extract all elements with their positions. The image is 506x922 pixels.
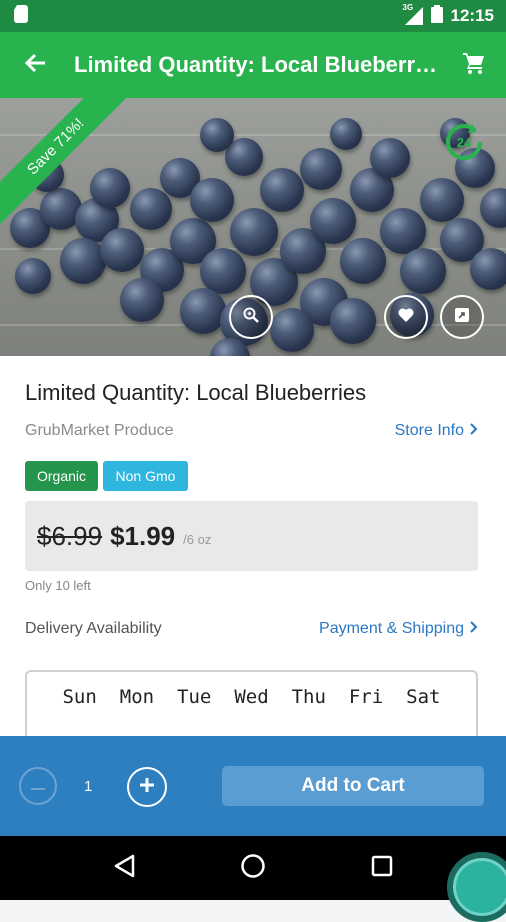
cart-button[interactable] <box>442 32 506 98</box>
cart-icon <box>462 51 486 80</box>
floating-chat-button[interactable] <box>447 852 506 922</box>
payment-shipping-label: Payment & Shipping <box>319 620 464 637</box>
blueberry <box>200 248 246 294</box>
day-sat[interactable]: Sat <box>406 686 440 708</box>
back-arrow-icon <box>24 52 46 79</box>
blueberry <box>420 178 464 222</box>
discount-label: Save 71%! <box>0 98 130 228</box>
blueberry <box>130 188 172 230</box>
zoom-icon <box>243 307 259 328</box>
plus-icon <box>139 777 155 798</box>
blueberry <box>400 248 446 294</box>
blueberry <box>310 198 356 244</box>
blueberry <box>470 248 506 290</box>
chevron-right-icon <box>470 620 478 638</box>
home-circle-icon[interactable] <box>240 853 266 884</box>
back-triangle-icon[interactable] <box>113 854 135 883</box>
discount-ribbon: Save 71%! <box>0 98 130 228</box>
signal-icon: 3G <box>403 3 423 25</box>
vendor-name: GrubMarket Produce <box>25 422 174 439</box>
increase-quantity-button[interactable] <box>127 767 167 807</box>
favorite-button[interactable] <box>384 295 428 339</box>
tag-non-gmo: Non Gmo <box>103 461 188 491</box>
back-button[interactable] <box>0 32 70 98</box>
day-mon[interactable]: Mon <box>120 686 154 708</box>
decrease-quantity-button[interactable] <box>19 767 57 805</box>
tag-organic: Organic <box>25 461 98 491</box>
blueberry <box>340 238 386 284</box>
blueberry <box>100 228 144 272</box>
blueberry <box>120 278 164 322</box>
app-bar: Limited Quantity: Local Blueberr… <box>0 32 506 98</box>
day-sun[interactable]: Sun <box>62 686 96 708</box>
day-fri[interactable]: Fri <box>349 686 383 708</box>
sim-card-icon <box>14 4 28 28</box>
blueberry <box>380 208 426 254</box>
blueberry <box>190 178 234 222</box>
blueberry <box>330 118 362 150</box>
minus-icon <box>31 777 45 795</box>
product-title: Limited Quantity: Local Blueberries <box>25 380 367 405</box>
heart-icon <box>398 307 414 327</box>
quantity-value: 1 <box>84 778 93 795</box>
product-image[interactable]: Save 71%! 24 <box>0 98 506 356</box>
add-to-cart-button[interactable]: Add to Cart <box>222 766 484 806</box>
blueberry <box>300 148 342 190</box>
blueberry <box>230 208 278 256</box>
delivery-availability-label: Delivery Availability <box>25 620 162 637</box>
blueberry <box>480 188 506 228</box>
24-hour-icon: 24 <box>442 120 486 164</box>
blueberry <box>60 238 106 284</box>
original-price: $6.99 <box>37 520 103 551</box>
status-bar: 3G 12:15 <box>0 0 506 32</box>
blueberry <box>180 288 226 334</box>
price-unit: /6 oz <box>183 531 212 547</box>
zoom-button[interactable] <box>229 295 273 339</box>
day-thu[interactable]: Thu <box>292 686 326 708</box>
blueberry <box>260 168 304 212</box>
blueberry <box>270 308 314 352</box>
day-tue[interactable]: Tue <box>177 686 211 708</box>
sale-price: $1.99 <box>110 520 176 551</box>
chevron-right-icon <box>470 422 478 440</box>
network-type: 3G <box>402 3 414 12</box>
product-details: Limited Quantity: Local Blueberries Grub… <box>0 356 506 736</box>
recents-square-icon[interactable] <box>371 855 393 882</box>
blueberry <box>200 118 234 152</box>
payment-shipping-link[interactable]: Payment & Shipping <box>319 620 478 638</box>
blueberry <box>370 138 410 178</box>
system-nav-bar <box>0 836 506 900</box>
delivery-days: Sun Mon Tue Wed Thu Fri Sat <box>25 670 478 736</box>
battery-icon <box>430 4 443 28</box>
page-title: Limited Quantity: Local Blueberr… <box>74 52 438 77</box>
store-info-label: Store Info <box>394 422 464 439</box>
clock: 12:15 <box>450 6 494 25</box>
24-hour-label: 24 <box>457 135 472 150</box>
cart-footer: 1 Add to Cart <box>0 736 506 836</box>
share-button[interactable] <box>440 295 484 339</box>
blueberry <box>330 298 376 344</box>
share-icon <box>455 307 469 327</box>
stock-status: Only 10 left <box>25 578 91 593</box>
day-wed[interactable]: Wed <box>234 686 268 708</box>
blueberry <box>15 258 51 294</box>
price-box: $6.99 $1.99 /6 oz <box>25 501 478 571</box>
store-info-link[interactable]: Store Info <box>395 422 478 440</box>
